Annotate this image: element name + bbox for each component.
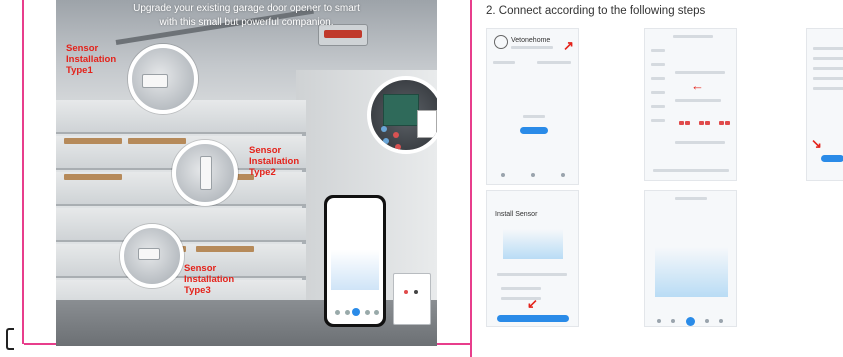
garage-door: [56, 100, 306, 315]
sensor-label-type3: Sensor Installation Type3: [184, 263, 235, 296]
red-arrow-icon: ↗: [563, 38, 574, 53]
step-screenshot-1: Vetonehome ↗: [486, 28, 579, 185]
bracket-glyph: [6, 328, 14, 350]
sensor-label-type2: Sensor Installation Type2: [249, 145, 300, 178]
step1-app-button: [520, 127, 548, 134]
controller-wiring-zoom: [367, 76, 437, 154]
red-arrow-icon: ←: [691, 78, 704, 93]
left-frame-border: [22, 0, 24, 344]
sensor-type3-zoom: [120, 224, 184, 288]
hub-device: [393, 273, 431, 325]
smartphone-app-mockup: [324, 195, 386, 327]
step4-app-button: [497, 315, 569, 322]
header-tagline: Upgrade your existing garage door opener…: [133, 3, 360, 28]
steps-title: 2. Connect according to the following st…: [486, 5, 706, 17]
sensor-label-type1: Sensor Installation Type1: [66, 43, 117, 76]
app-logo-icon: [494, 35, 508, 49]
sensor-type2-zoom: [172, 140, 238, 206]
red-arrow-icon: ↙: [527, 296, 538, 311]
app-brand-name: Vetonehome: [511, 37, 551, 44]
install-sensor-title: Install Sensor: [495, 211, 538, 218]
step-screenshot-2: ←: [644, 28, 737, 181]
step-screenshot-3: ↘: [806, 28, 843, 181]
sensor-type1-zoom: [128, 44, 198, 114]
step-screenshot-5: [644, 190, 737, 327]
step-screenshot-4: Install Sensor ↙: [486, 190, 579, 327]
red-arrow-icon: ↘: [811, 136, 822, 151]
middle-frame-border: [470, 0, 472, 357]
